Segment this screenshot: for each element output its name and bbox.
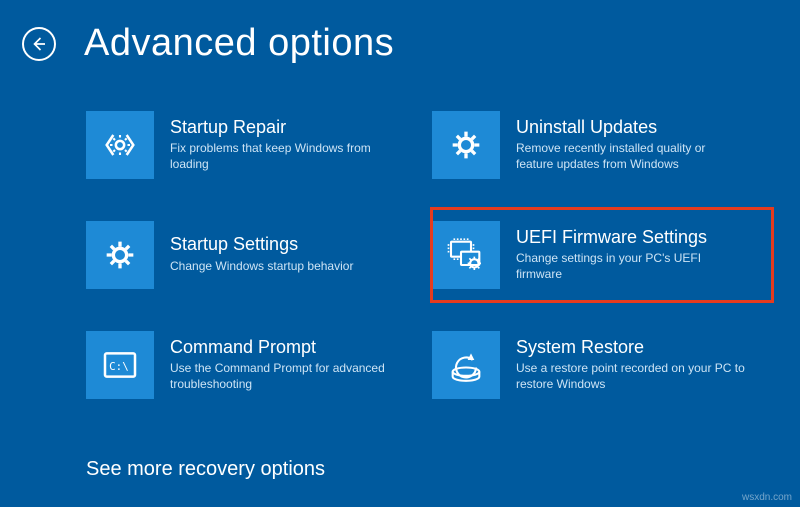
option-uninstall-updates[interactable]: Uninstall Updates Remove recently instal… [432, 99, 772, 191]
option-system-restore[interactable]: System Restore Use a restore point recor… [432, 319, 772, 411]
option-desc: Use a restore point recorded on your PC … [516, 361, 746, 392]
option-title: System Restore [516, 338, 746, 358]
option-desc: Remove recently installed quality or fea… [516, 141, 746, 172]
watermark: wsxdn.com [742, 492, 792, 503]
option-title: Uninstall Updates [516, 118, 746, 138]
firmware-icon [432, 221, 500, 289]
option-text: Uninstall Updates Remove recently instal… [516, 118, 746, 173]
option-title: Startup Settings [170, 235, 353, 255]
option-desc: Fix problems that keep Windows from load… [170, 141, 400, 172]
option-desc: Change settings in your PC's UEFI firmwa… [516, 251, 746, 282]
page-title: Advanced options [84, 22, 394, 65]
option-title: UEFI Firmware Settings [516, 228, 746, 248]
option-command-prompt[interactable]: C:\ Command Prompt Use the Command Promp… [86, 319, 426, 411]
command-prompt-icon: C:\ [86, 331, 154, 399]
header: Advanced options [0, 0, 800, 65]
option-title: Startup Repair [170, 118, 400, 138]
option-startup-repair[interactable]: Startup Repair Fix problems that keep Wi… [86, 99, 426, 191]
option-desc: Use the Command Prompt for advanced trou… [170, 361, 400, 392]
startup-repair-icon [86, 111, 154, 179]
svg-text:C:\: C:\ [109, 360, 129, 373]
option-desc: Change Windows startup behavior [170, 259, 353, 275]
back-arrow-icon [30, 35, 48, 53]
option-text: Startup Repair Fix problems that keep Wi… [170, 118, 400, 173]
options-grid: Startup Repair Fix problems that keep Wi… [86, 99, 800, 411]
option-text: Command Prompt Use the Command Prompt fo… [170, 338, 400, 393]
gear-icon [86, 221, 154, 289]
gear-icon [432, 111, 500, 179]
option-startup-settings[interactable]: Startup Settings Change Windows startup … [86, 209, 426, 301]
see-more-recovery-options[interactable]: See more recovery options [86, 458, 325, 481]
back-button[interactable] [22, 27, 56, 61]
option-text: UEFI Firmware Settings Change settings i… [516, 228, 746, 283]
option-text: System Restore Use a restore point recor… [516, 338, 746, 393]
option-text: Startup Settings Change Windows startup … [170, 235, 353, 274]
system-restore-icon [432, 331, 500, 399]
option-uefi-firmware-settings[interactable]: UEFI Firmware Settings Change settings i… [432, 209, 772, 301]
option-title: Command Prompt [170, 338, 400, 358]
